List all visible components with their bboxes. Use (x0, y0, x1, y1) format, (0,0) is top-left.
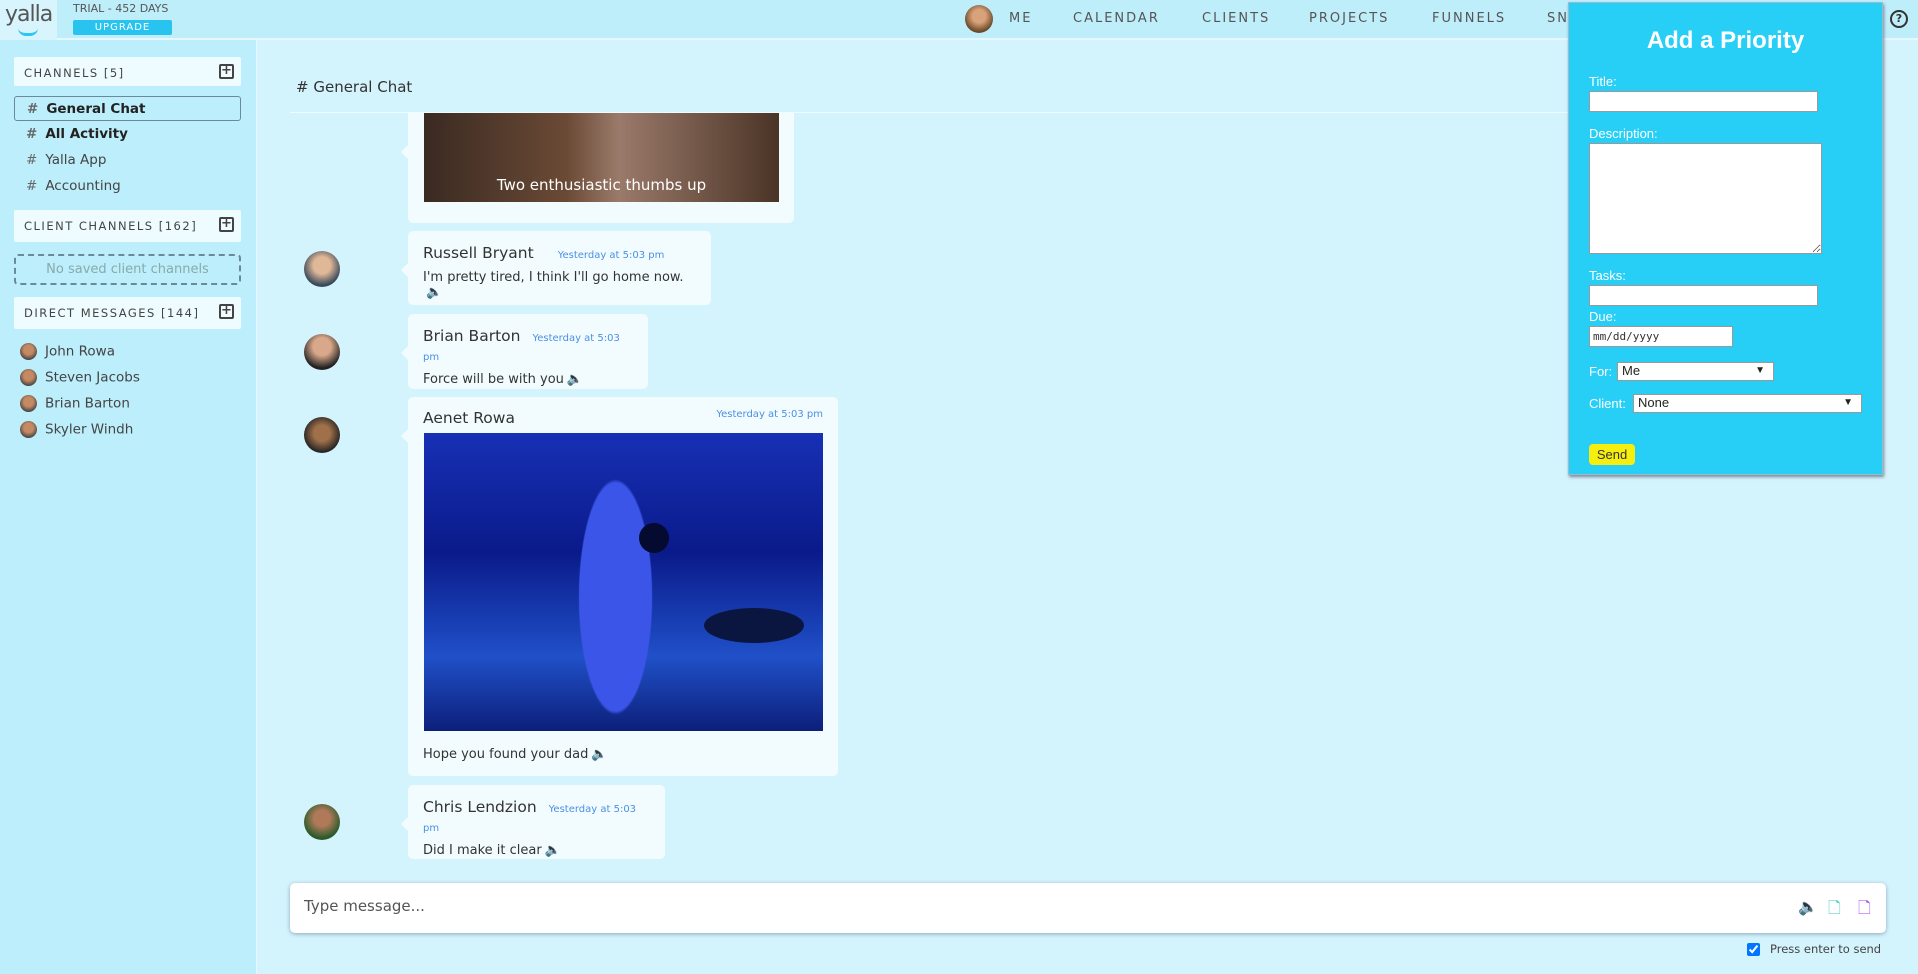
nav-sn[interactable]: SN (1547, 11, 1569, 26)
due-label: Due: (1589, 309, 1617, 324)
channel-title: # General Chat (296, 78, 413, 96)
title-label: Title: (1589, 74, 1617, 89)
upgrade-button[interactable]: UPGRADE (73, 20, 172, 35)
nav-calendar[interactable]: CALENDAR (1073, 11, 1160, 26)
speaker-icon[interactable]: 🔈 (426, 285, 442, 300)
gif-image[interactable]: Two enthusiastic thumbs up (424, 113, 779, 202)
avatar (20, 421, 37, 438)
message: Russell Bryant Yesterday at 5:03 pm I'm p… (401, 231, 711, 305)
document-icon[interactable]: 🗋 (1858, 897, 1871, 924)
avatar[interactable] (304, 334, 340, 370)
dm-item[interactable]: Skyler Windh (20, 421, 133, 438)
channel-accounting[interactable]: # Accounting (14, 174, 241, 199)
client-select[interactable]: None (1633, 394, 1862, 413)
dm-item[interactable]: Steven Jacobs (20, 369, 140, 386)
nav-clients[interactable]: CLIENTS (1202, 11, 1270, 26)
message-input[interactable] (304, 897, 1704, 915)
due-date-input[interactable]: mm/dd/yyyy (1589, 326, 1733, 347)
tasks-label: Tasks: (1589, 268, 1626, 283)
description-textarea[interactable] (1589, 143, 1822, 254)
speaker-icon[interactable]: 🔈 (567, 372, 583, 387)
send-button[interactable]: Send (1589, 444, 1635, 465)
sidebar: CHANNELS [5] + # General Chat # All Activit… (0, 40, 257, 974)
speaker-icon[interactable]: 🔈 (545, 843, 561, 858)
channels-header: CHANNELS [5] + (14, 57, 241, 86)
eye (639, 523, 669, 553)
trial-status: TRIAL - 452 DAYS (73, 2, 169, 15)
yalla-logo[interactable]: yalla (0, 0, 57, 40)
help-icon[interactable]: ? (1890, 10, 1908, 28)
channel-yalla-app[interactable]: # Yalla App (14, 148, 241, 173)
logo-smile (18, 28, 38, 36)
for-select[interactable]: Me (1617, 362, 1774, 381)
speaker-icon[interactable]: 🔈 (1798, 897, 1818, 916)
direct-messages-header: DIRECT MESSAGES [144] + (14, 297, 241, 329)
dm-item[interactable]: John Rowa (20, 343, 115, 360)
add-file-icon[interactable]: 🗋 (1828, 897, 1841, 924)
avatar[interactable] (304, 251, 340, 287)
message: Brian Barton Yesterday at 5:03 pm Force w… (401, 314, 648, 389)
user-avatar[interactable] (965, 5, 993, 33)
nav-projects[interactable]: PROJECTS (1309, 11, 1389, 26)
avatar (20, 395, 37, 412)
add-client-channel-icon[interactable]: + (219, 217, 234, 232)
client-label: Client: (1589, 396, 1626, 411)
speaker-icon[interactable]: 🔈 (591, 747, 607, 762)
avatar[interactable] (304, 417, 340, 453)
tasks-input[interactable] (1589, 285, 1818, 306)
add-channel-icon[interactable]: + (219, 64, 234, 79)
nav-funnels[interactable]: FUNNELS (1432, 11, 1506, 26)
no-client-channels: No saved client channels (14, 254, 241, 285)
channel-all-activity[interactable]: # All Activity (14, 122, 241, 147)
title-input[interactable] (1589, 91, 1818, 112)
channel-general-chat[interactable]: # General Chat (14, 96, 241, 121)
press-enter-checkbox[interactable] (1747, 943, 1760, 956)
description-label: Description: (1589, 126, 1658, 141)
gif-image[interactable] (424, 433, 823, 731)
add-priority-popup: Add a Priority Title: Description: Tasks… (1568, 2, 1883, 475)
dm-item[interactable]: Brian Barton (20, 395, 130, 412)
nav-me[interactable]: ME (1009, 11, 1032, 26)
avatar (20, 369, 37, 386)
add-dm-icon[interactable]: + (219, 304, 234, 319)
message-composer: 🔈 🗋 🗋 (290, 883, 1886, 933)
popup-title: Add a Priority (1646, 27, 1805, 54)
mouth (704, 608, 804, 643)
for-label: For: (1589, 364, 1613, 379)
avatar[interactable] (304, 804, 340, 840)
press-enter-option: Press enter to send (1747, 942, 1881, 956)
message: Chris Lendzion Yesterday at 5:03 pm Did I… (401, 785, 665, 859)
client-channels-header: CLIENT CHANNELS [162] + (14, 210, 241, 242)
avatar (20, 343, 37, 360)
